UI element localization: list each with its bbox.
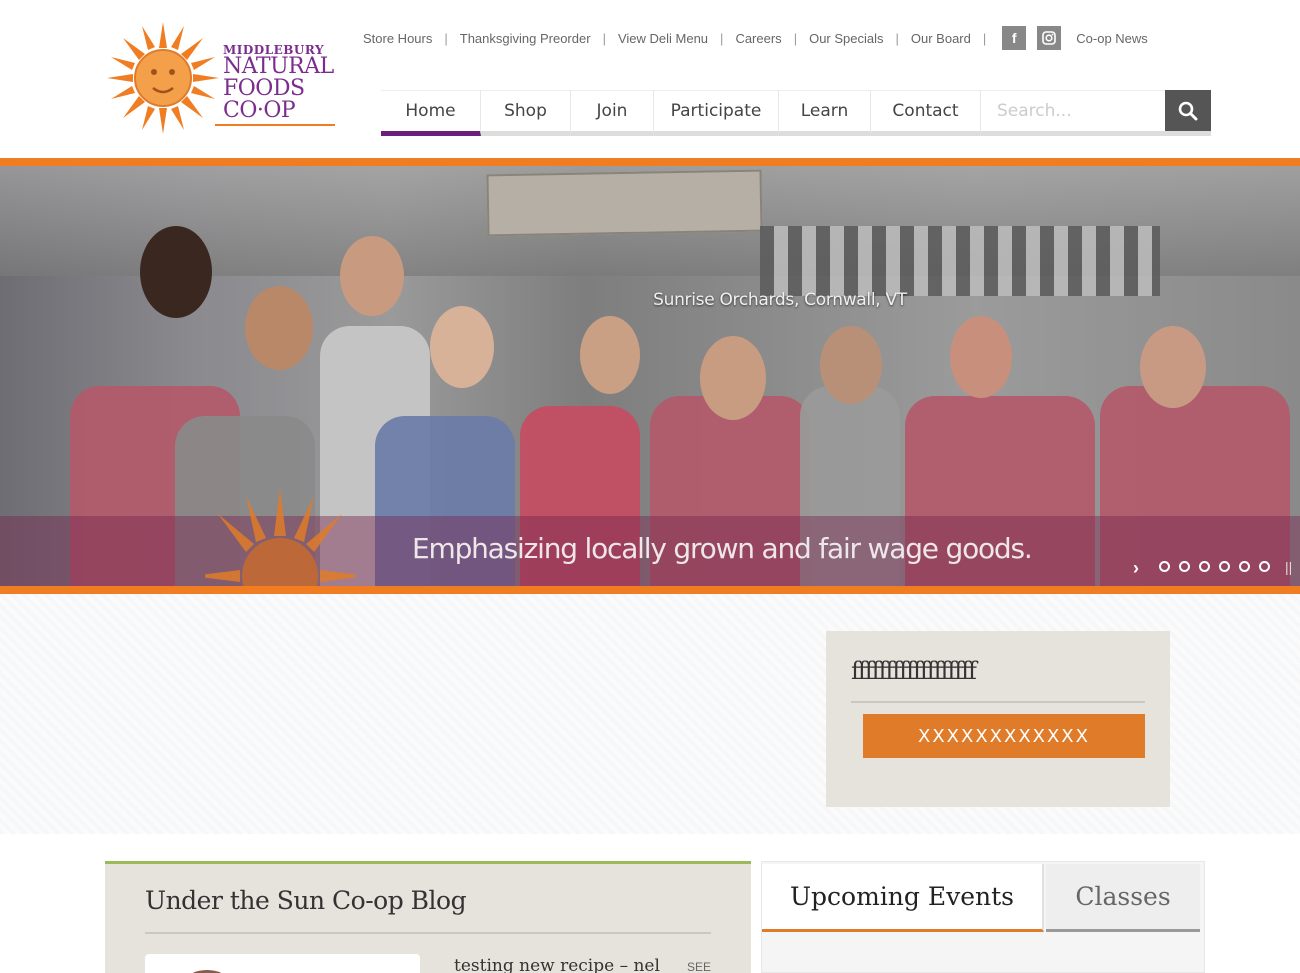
logo-wordmark: MIDDLEBURY NATURAL FOODS CO·OP (223, 44, 334, 122)
utility-nav: Store Hours | Thanksgiving Preorder | Vi… (363, 26, 1148, 50)
hero-figure (820, 326, 882, 404)
promo-divider (851, 701, 1145, 703)
topnav-deli-menu[interactable]: View Deli Menu (618, 31, 708, 46)
hero-figure (580, 316, 640, 394)
promo-title: ffffffffffffffffff (851, 657, 977, 685)
slider-dot[interactable] (1159, 561, 1170, 572)
topnav-separator: | (720, 30, 724, 46)
topnav-our-specials[interactable]: Our Specials (809, 31, 883, 46)
topnav-separator: | (982, 30, 987, 46)
hero-photo-awning (760, 226, 1160, 296)
blog-divider (145, 932, 711, 934)
sun-watermark-icon (205, 488, 355, 586)
tab-classes[interactable]: Classes (1046, 864, 1200, 932)
nav-shop[interactable]: Shop (481, 90, 571, 136)
slider-dot[interactable] (1199, 561, 1210, 572)
content-band: ffffffffffffffffff XXXXXXXXXXXX (0, 594, 1300, 834)
blog-section: Under the Sun Co-op Blog testing new rec… (105, 861, 751, 973)
slider-dot[interactable] (1239, 561, 1250, 572)
blog-title: Under the Sun Co-op Blog (145, 886, 467, 915)
topnav-store-hours[interactable]: Store Hours (363, 31, 432, 46)
hero-figure (700, 336, 766, 420)
nav-learn[interactable]: Learn (779, 90, 871, 136)
search-icon (1178, 101, 1198, 120)
logo-line-2: NATURAL (223, 54, 334, 79)
promo-box: ffffffffffffffffff XXXXXXXXXXXX (826, 631, 1170, 807)
logo-underline (215, 124, 335, 126)
slider-dot[interactable] (1219, 561, 1230, 572)
topnav-separator: | (895, 30, 899, 46)
events-panel: Upcoming Events Classes (761, 861, 1205, 973)
topnav-thanksgiving-preorder[interactable]: Thanksgiving Preorder (460, 31, 591, 46)
topnav-separator: | (444, 30, 448, 46)
hero-photo-sign (486, 169, 763, 237)
slider-dot[interactable] (1179, 561, 1190, 572)
site-header: MIDDLEBURY NATURAL FOODS CO·OP Store Hou… (0, 0, 1300, 158)
main-nav: Home Shop Join Participate Learn Contact (381, 90, 981, 136)
tab-upcoming-events[interactable]: Upcoming Events (762, 864, 1044, 932)
nav-home[interactable]: Home (381, 90, 481, 136)
nav-participate[interactable]: Participate (654, 90, 779, 136)
search-input[interactable] (981, 90, 1165, 131)
nav-join[interactable]: Join (571, 90, 654, 136)
blog-see-link[interactable]: SEE (687, 960, 711, 973)
hero-caption: Emphasizing locally grown and fair wage … (412, 532, 1033, 565)
hero-figure (1140, 326, 1206, 408)
topnav-separator: | (602, 30, 606, 46)
hero-slider[interactable]: Sunrise Orchards, Cornwall, VT Emphasizi… (0, 158, 1300, 594)
slider-pagination (1159, 561, 1270, 572)
promo-button[interactable]: XXXXXXXXXXXX (863, 714, 1145, 758)
nav-contact[interactable]: Contact (871, 90, 981, 136)
hero-figure (950, 316, 1012, 398)
topnav-coop-news[interactable]: Co-op News (1076, 31, 1148, 46)
blog-post-title[interactable]: testing new recipe – nel (454, 956, 660, 973)
slider-dot[interactable] (1259, 561, 1270, 572)
sun-logo-icon (107, 22, 219, 134)
search-button[interactable] (1165, 90, 1211, 131)
topnav-separator: | (793, 30, 798, 46)
hero-location-caption: Sunrise Orchards, Cornwall, VT (653, 290, 907, 310)
search-bar (981, 90, 1211, 136)
slider-pause-icon[interactable]: || (1285, 559, 1292, 575)
topnav-careers[interactable]: Careers (735, 31, 781, 46)
hero-figure (430, 306, 494, 388)
slider-next-arrow-icon[interactable]: › (1133, 558, 1139, 579)
topnav-our-board[interactable]: Our Board (911, 31, 971, 46)
blog-post-thumbnail[interactable] (145, 954, 420, 973)
logo-line-4: CO·OP (223, 98, 296, 123)
instagram-icon[interactable] (1037, 26, 1062, 50)
facebook-icon[interactable]: f (1002, 26, 1027, 50)
logo-line-3: FOODS (223, 76, 305, 101)
coop-logo[interactable]: MIDDLEBURY NATURAL FOODS CO·OP (105, 20, 337, 138)
